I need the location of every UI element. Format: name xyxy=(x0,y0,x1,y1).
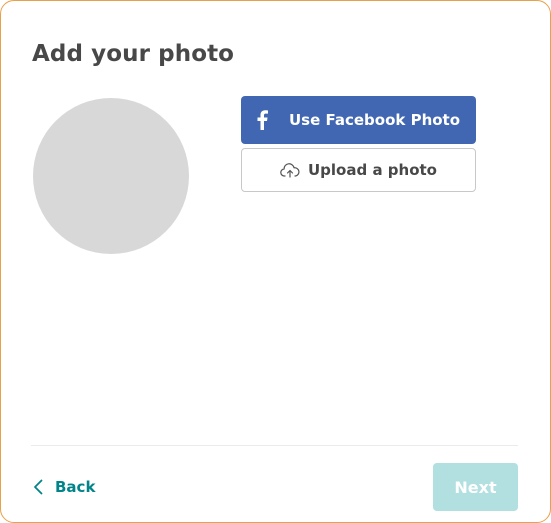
facebook-button-label: Use Facebook Photo xyxy=(288,111,461,129)
use-facebook-photo-button[interactable]: Use Facebook Photo xyxy=(241,96,476,144)
back-label: Back xyxy=(55,478,96,496)
upload-photo-button[interactable]: Upload a photo xyxy=(241,148,476,192)
avatar-placeholder xyxy=(33,98,189,254)
cloud-upload-icon xyxy=(280,162,300,178)
next-label: Next xyxy=(454,477,497,497)
upload-button-label: Upload a photo xyxy=(308,161,437,179)
chevron-left-icon xyxy=(33,478,45,496)
photo-dialog: Add your photo Use Facebook Photo Upload… xyxy=(0,0,551,523)
footer-divider xyxy=(31,445,518,446)
back-button[interactable]: Back xyxy=(33,473,95,501)
next-button[interactable]: Next xyxy=(433,463,518,511)
page-title: Add your photo xyxy=(32,41,235,67)
facebook-icon xyxy=(249,107,275,133)
